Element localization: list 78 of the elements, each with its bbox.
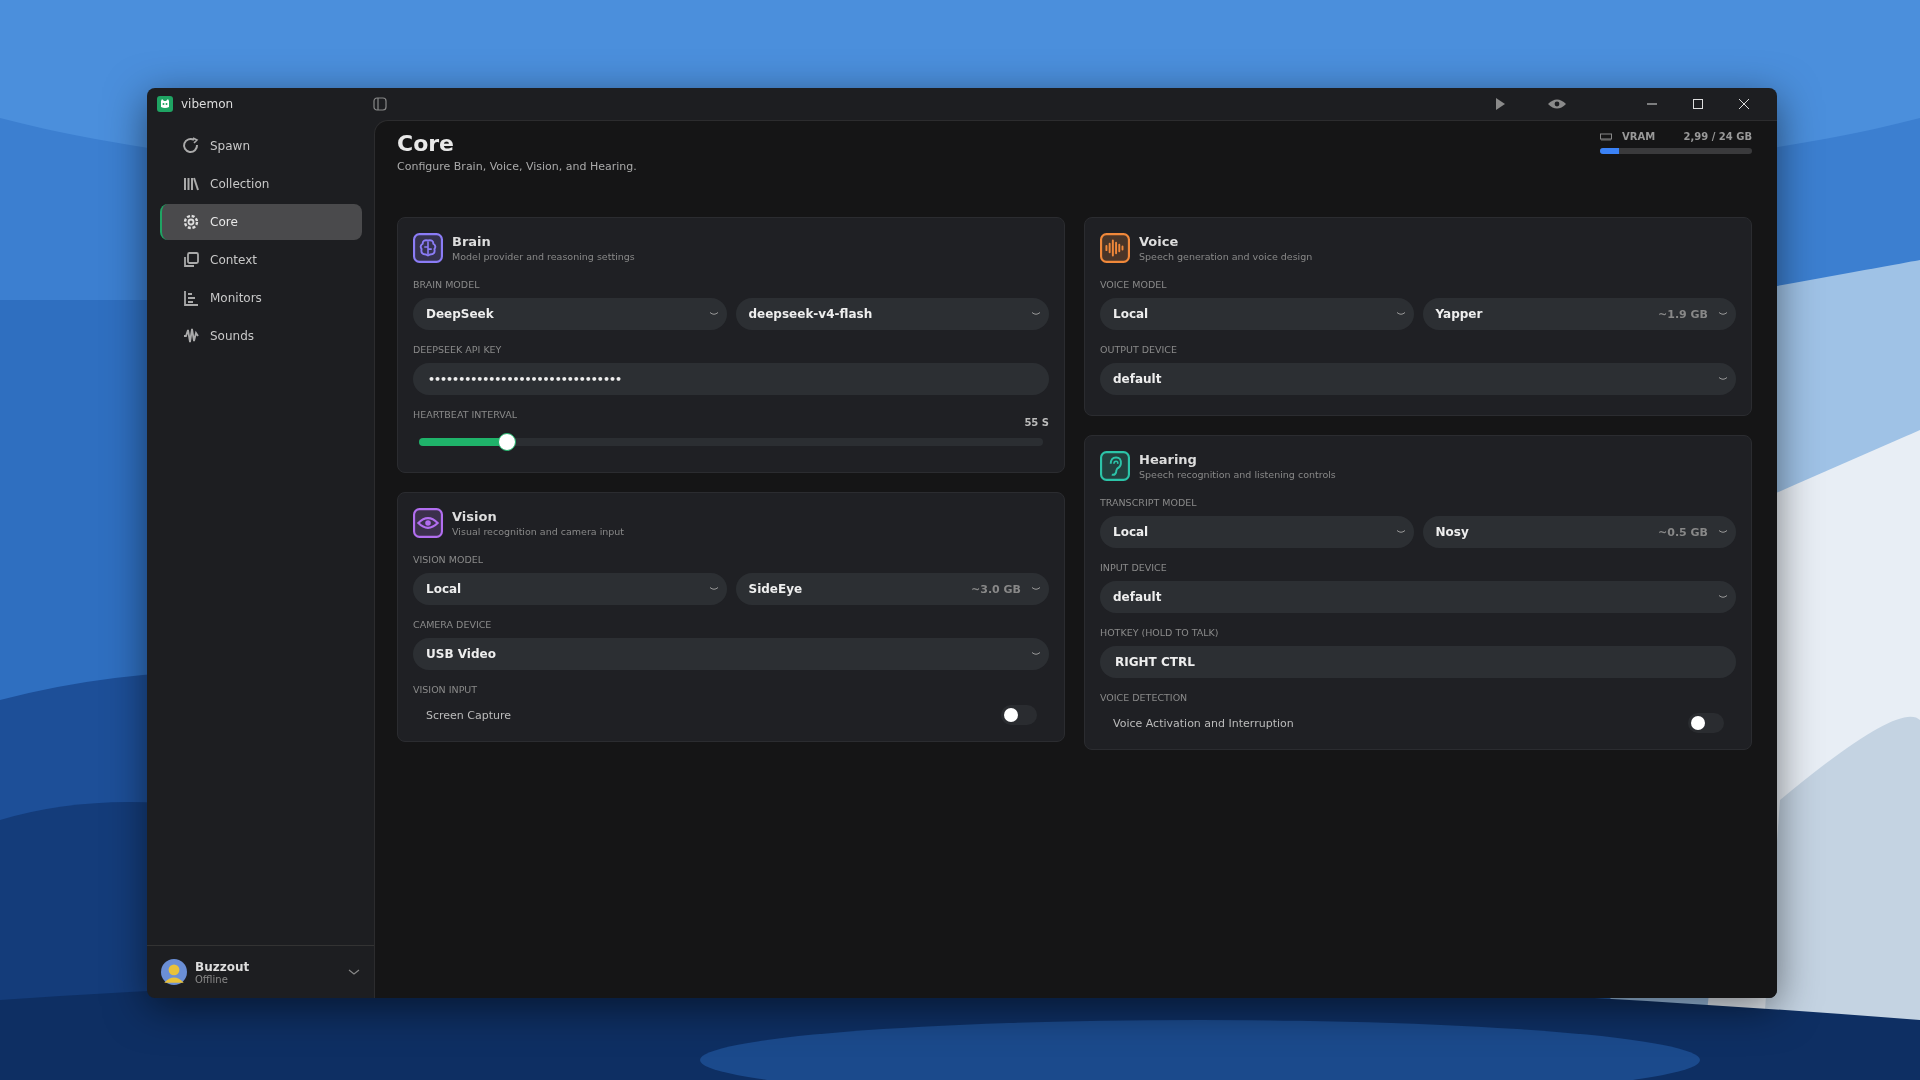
sidebar-item[interactable]: Collection: [160, 166, 362, 202]
page-title: Core: [397, 131, 456, 156]
card-subtitle: Speech recognition and listening controls: [1139, 469, 1336, 480]
chevron-down-icon: [1031, 651, 1041, 657]
maximize-icon[interactable]: [1692, 98, 1704, 110]
chevron-down-icon: [1031, 311, 1041, 317]
card-title: Voice: [1139, 234, 1180, 249]
dropdown[interactable]: default: [1100, 581, 1736, 613]
sidebar-item[interactable]: Context: [160, 242, 362, 278]
user-status: Offline: [195, 973, 229, 985]
sidebar-item[interactable]: Spawn: [160, 128, 362, 164]
chevron-down-icon: [1718, 529, 1728, 535]
toggle-switch[interactable]: [1001, 705, 1037, 725]
play-icon[interactable]: [1493, 97, 1507, 111]
field-label: OUTPUT DEVICE: [1100, 344, 1178, 355]
chevron-down-icon: [1395, 311, 1406, 317]
field-label: CAMERA DEVICE: [413, 619, 493, 630]
close-icon[interactable]: [1738, 98, 1750, 110]
field-label: VISION INPUT: [413, 684, 479, 695]
library-icon: [182, 175, 200, 193]
window-title: vibemon: [181, 97, 234, 111]
dropdown[interactable]: Local: [413, 573, 727, 605]
dropdown[interactable]: Local: [1100, 516, 1414, 548]
dropdown[interactable]: default: [1100, 363, 1736, 395]
card-subtitle: Model provider and reasoning settings: [452, 251, 635, 262]
dropdown[interactable]: DeepSeek: [413, 298, 727, 330]
dropdown[interactable]: USB Video: [413, 638, 1049, 670]
dropdown[interactable]: deepseek-v4-flash: [735, 298, 1049, 330]
card-subtitle: Speech generation and voice design: [1139, 251, 1313, 262]
chevron-down-icon: [708, 311, 719, 317]
field-label: VOICE DETECTION: [1100, 692, 1189, 703]
field-label: INPUT DEVICE: [1100, 562, 1168, 573]
sidebar-toggle-icon[interactable]: [373, 97, 388, 111]
slider-reading: 55 S: [1024, 417, 1049, 428]
card-subtitle: Visual recognition and camera input: [452, 526, 625, 537]
memory-icon: [1600, 132, 1612, 141]
card-title: Vision: [452, 509, 498, 524]
chevron-down-icon: [708, 586, 719, 592]
chevron-down-icon: [1031, 586, 1041, 592]
toggle-switch[interactable]: [1688, 713, 1724, 733]
card-title: Hearing: [1139, 452, 1198, 467]
gear-icon: [182, 213, 200, 231]
avatar-icon: [161, 959, 187, 985]
chart-icon: [182, 289, 200, 307]
field-label: DEEPSEEK API KEY: [413, 344, 503, 355]
chevron-down-icon: [1718, 311, 1728, 317]
field-label: BRAIN MODEL: [413, 279, 481, 290]
vram-reading: 2,99 / 24 GB: [1683, 131, 1752, 142]
dropdown[interactable]: Nosy ~0.5 GB: [1422, 516, 1736, 548]
sidebar-item[interactable]: Sounds: [160, 318, 362, 354]
dropdown[interactable]: SideEye ~3.0 GB: [735, 573, 1049, 605]
chevron-down-icon: [1395, 529, 1406, 535]
chevron-down-icon: [1718, 594, 1728, 600]
field-label: TRANSCRIPT MODEL: [1100, 497, 1198, 508]
sidebar-item[interactable]: Core: [160, 204, 362, 240]
dropdown[interactable]: Local: [1100, 298, 1414, 330]
field-label: VOICE MODEL: [1100, 279, 1168, 290]
dropdown[interactable]: Yapper ~1.9 GB: [1422, 298, 1736, 330]
page-subtitle: Configure Brain, Voice, Vision, and Hearing.: [397, 160, 637, 173]
toggle-label: Voice Activation and Interruption: [1113, 716, 1294, 730]
card-title: Brain: [452, 234, 492, 249]
waveform-icon: [182, 327, 200, 345]
user-name: Buzzout: [195, 959, 251, 974]
eye-icon[interactable]: [1547, 98, 1567, 110]
field-label: VISION MODEL: [413, 554, 485, 565]
slider-thumb[interactable]: [498, 433, 517, 451]
vram-label: VRAM: [1622, 131, 1656, 142]
sidebar-item[interactable]: Monitors: [160, 280, 362, 316]
chevron-down-icon[interactable]: [348, 968, 360, 976]
api-key-field[interactable]: ••••••••••••••••••••••••••••••••: [413, 363, 1049, 395]
toggle-label: Screen Capture: [426, 708, 512, 722]
hotkey-field[interactable]: RIGHT CTRL: [1100, 646, 1736, 678]
refresh-icon: [182, 137, 200, 155]
pages-icon: [182, 251, 200, 269]
app-logo-icon: [157, 96, 173, 112]
field-label: HEARTBEAT INTERVAL: [413, 409, 517, 420]
chevron-down-icon: [1718, 376, 1728, 382]
field-label: HOTKEY (HOLD TO TALK): [1100, 627, 1220, 638]
